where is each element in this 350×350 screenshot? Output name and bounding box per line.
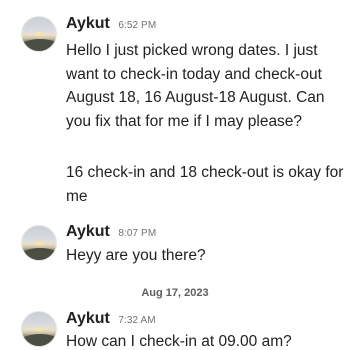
sender-name: Aykut xyxy=(66,15,110,32)
message-header: Aykut 6:52 PM xyxy=(66,15,156,33)
message-time: 7:32 AM xyxy=(118,315,156,326)
date-separator: Aug 17, 2023 xyxy=(141,287,209,299)
message-header: Aykut 7:32 AM xyxy=(66,310,156,328)
sender-avatar[interactable] xyxy=(21,225,57,261)
message-header: Aykut 8:07 PM xyxy=(66,223,156,241)
message-thread: Aykut 6:52 PM Hello I just picked wrong … xyxy=(0,0,350,350)
message-time: 6:52 PM xyxy=(118,20,157,31)
sender-avatar[interactable] xyxy=(21,311,57,347)
message-text: How can I check-in at 09.00 am? xyxy=(66,333,292,350)
sender-avatar[interactable] xyxy=(21,16,57,52)
message-text: 16 check-in and 18 check-out is okay for… xyxy=(66,164,344,205)
message-text: Hello I just picked wrong dates. I just … xyxy=(66,42,325,130)
message-time: 8:07 PM xyxy=(118,228,157,239)
sender-name: Aykut xyxy=(66,223,110,240)
message-text: Heyy are you there? xyxy=(66,247,206,264)
sender-name: Aykut xyxy=(66,310,110,327)
